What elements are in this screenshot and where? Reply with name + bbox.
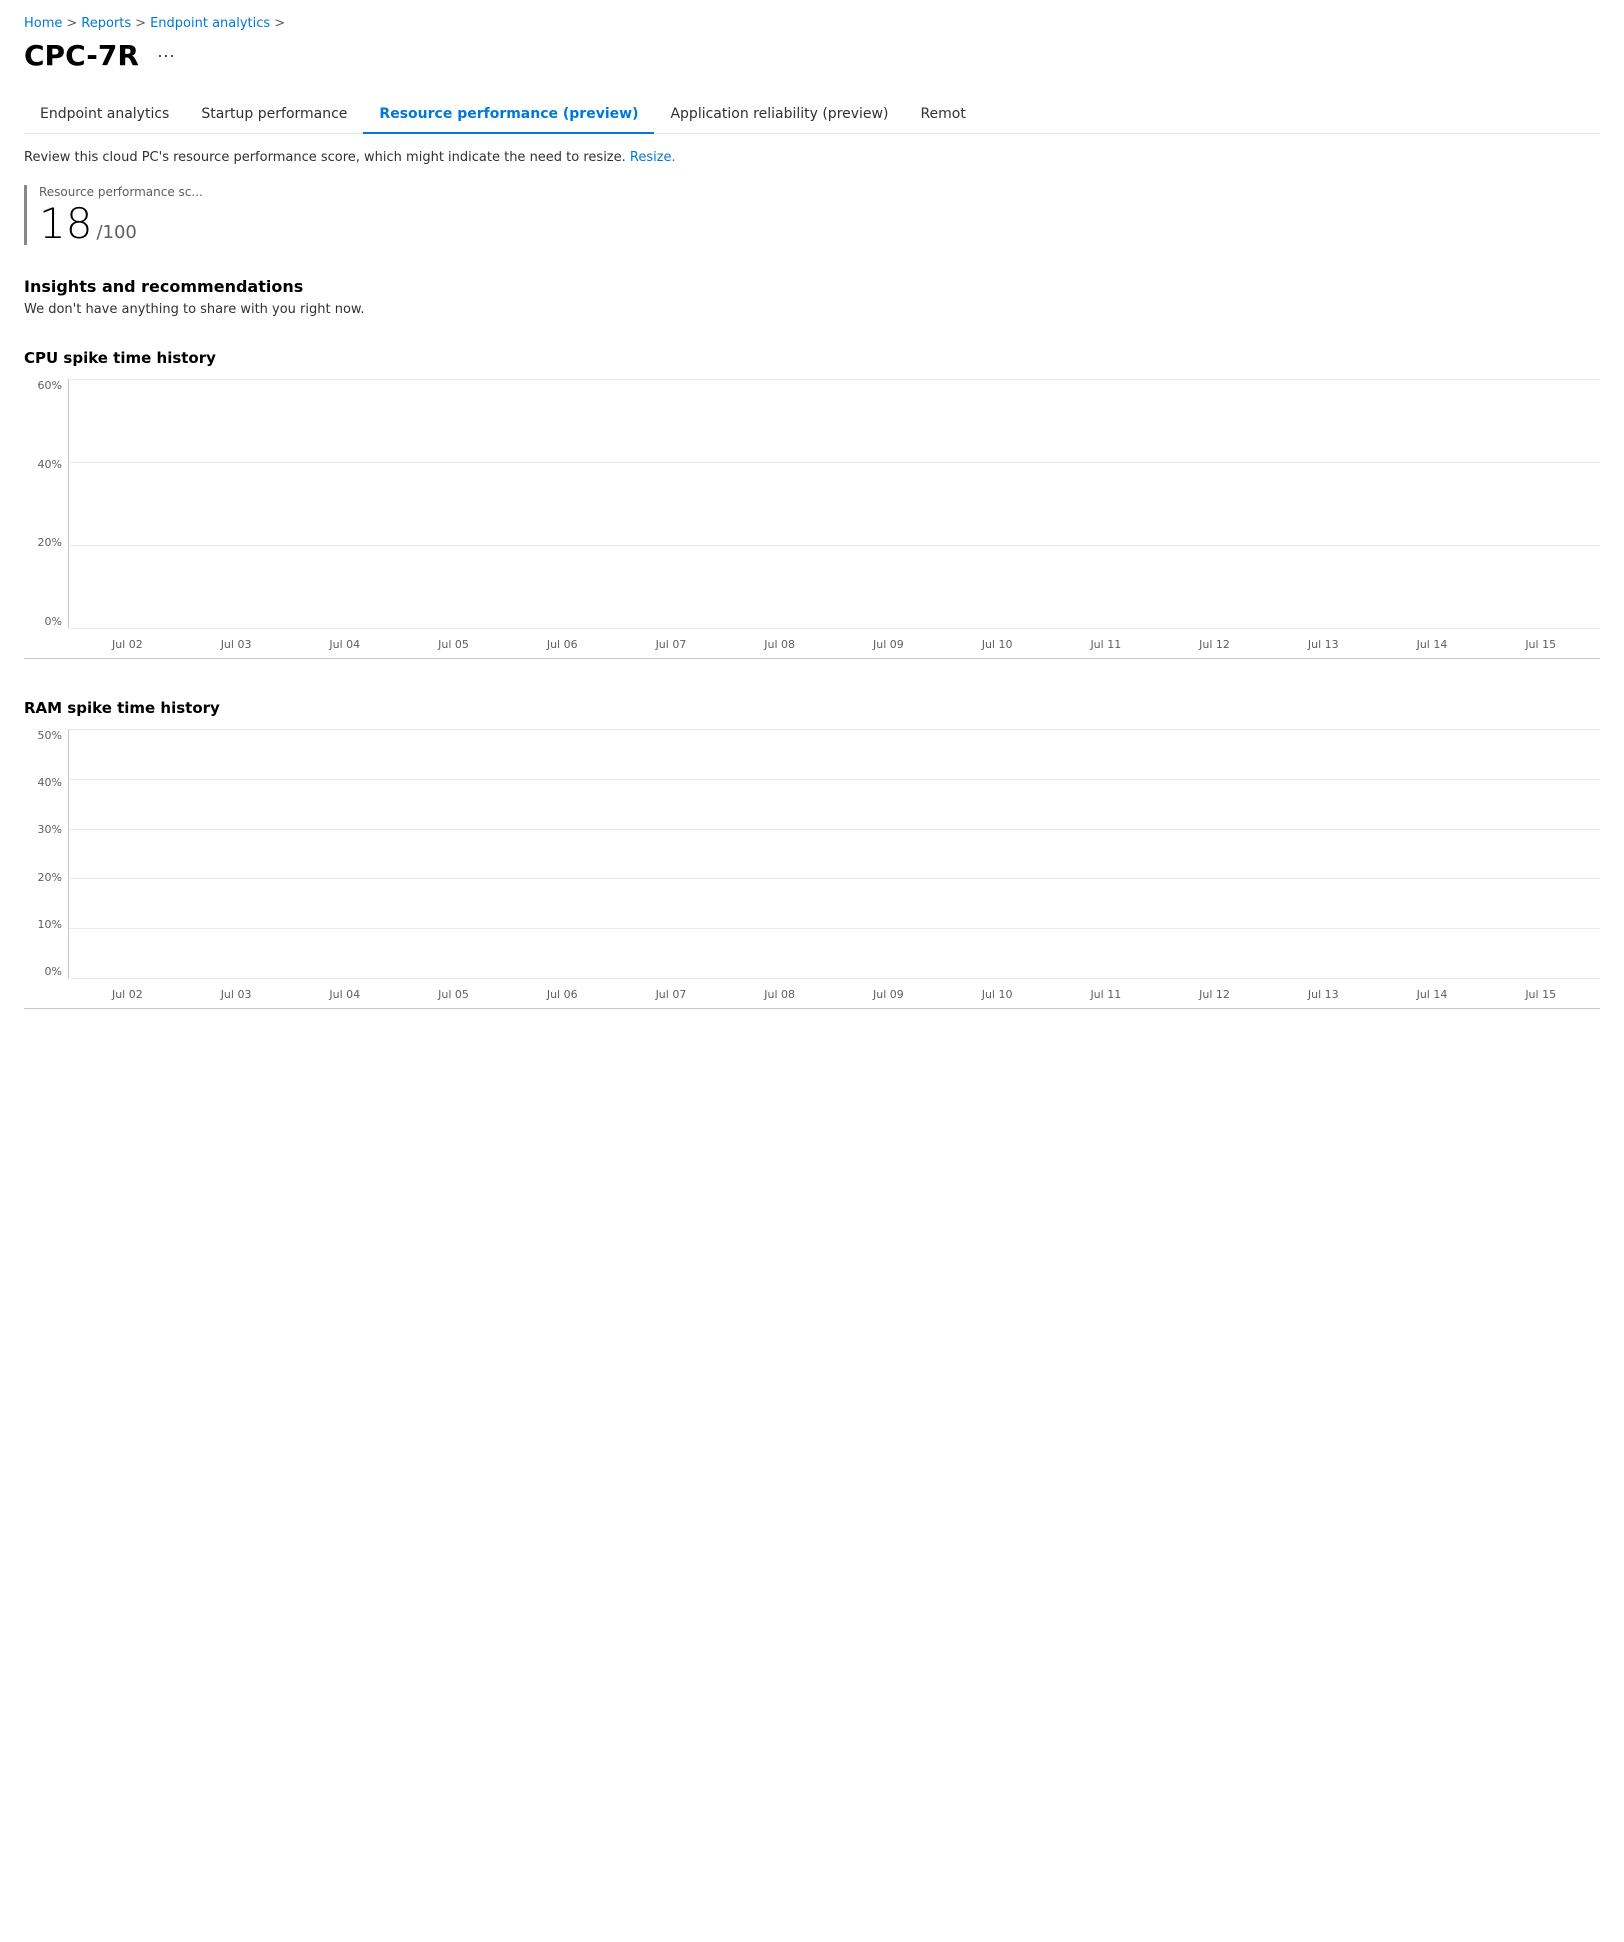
ram-chart-title: RAM spike time history — [24, 699, 1600, 717]
cpu-chart-title: CPU spike time history — [24, 349, 1600, 367]
x-label: Jul 14 — [1381, 988, 1484, 1001]
x-label: Jul 15 — [1489, 638, 1592, 651]
score-number: 18 — [39, 203, 92, 245]
y-label: 60% — [38, 379, 62, 392]
ram-chart-area: 50%40%30%20%10%0% Jul 02Jul 03Jul 04Jul … — [24, 729, 1600, 1008]
x-label: Jul 10 — [946, 988, 1049, 1001]
x-label: Jul 09 — [837, 988, 940, 1001]
x-label: Jul 09 — [837, 638, 940, 651]
x-label: Jul 05 — [402, 638, 505, 651]
tab-remote[interactable]: Remot — [904, 96, 981, 134]
x-label: Jul 11 — [1054, 988, 1157, 1001]
tab-startup-performance[interactable]: Startup performance — [185, 96, 363, 134]
ram-chart-section: RAM spike time history 50% 40% 30% 20% 10% 0%… — [24, 699, 1600, 1009]
x-label: Jul 04 — [293, 638, 396, 651]
y-label: 40% — [38, 776, 62, 789]
cpu-bars-area — [68, 379, 1600, 628]
x-label: Jul 14 — [1381, 638, 1484, 651]
grid-line — [68, 978, 1600, 979]
cpu-x-labels: Jul 02 Jul 03 Jul 04 Jul 05 Jul 06 Jul 07 Jul … — [68, 630, 1600, 658]
cpu-chart-container: 60%40%20%0% Jul 02Jul 03Jul 04Jul 05Jul … — [24, 379, 1600, 659]
x-label: Jul 07 — [620, 638, 723, 651]
x-label: Jul 05 — [402, 988, 505, 1001]
x-label: Jul 13 — [1272, 638, 1375, 651]
tab-app-reliability[interactable]: Application reliability (preview) — [654, 96, 904, 134]
score-label: Resource performance sc... — [39, 185, 1600, 199]
cpu-chart-area: 60%40%20%0% Jul 02Jul 03Jul 04Jul 05Jul … — [24, 379, 1600, 658]
page-title-row: CPC-7R ··· — [24, 39, 1600, 72]
x-label: Jul 06 — [511, 638, 614, 651]
x-label: Jul 11 — [1054, 638, 1157, 651]
tab-resource-performance[interactable]: Resource performance (preview) — [363, 96, 654, 134]
x-label: Jul 15 — [1489, 988, 1592, 1001]
y-label: 0% — [45, 965, 62, 978]
x-label: Jul 12 — [1163, 988, 1266, 1001]
y-label: 20% — [38, 871, 62, 884]
x-label: Jul 03 — [185, 988, 288, 1001]
y-label: 40% — [38, 458, 62, 471]
x-label: Jul 06 — [511, 988, 614, 1001]
breadcrumb-sep-2: > — [135, 16, 146, 31]
y-label: 20% — [38, 536, 62, 549]
tab-endpoint-analytics[interactable]: Endpoint analytics — [24, 96, 185, 134]
breadcrumb-reports[interactable]: Reports — [81, 16, 131, 31]
cpu-y-axis: 60% 40% 20% 0% — [24, 379, 68, 628]
ram-x-labels: Jul 02 Jul 03 Jul 04 Jul 05 Jul 06 Jul 07 Jul … — [68, 980, 1600, 1008]
breadcrumb-endpoint-analytics[interactable]: Endpoint analytics — [150, 16, 270, 31]
x-label: Jul 04 — [293, 988, 396, 1001]
score-denom: /100 — [96, 222, 136, 243]
x-label: Jul 03 — [185, 638, 288, 651]
score-value: 18 /100 — [39, 203, 1600, 245]
x-label: Jul 02 — [76, 988, 179, 1001]
ram-bars-area — [68, 729, 1600, 978]
breadcrumb: Home > Reports > Endpoint analytics > — [24, 16, 1600, 31]
ellipsis-menu-button[interactable]: ··· — [151, 41, 181, 70]
page-title: CPC-7R — [24, 39, 139, 72]
ram-y-axis: 50% 40% 30% 20% 10% 0% — [24, 729, 68, 978]
description-text: Review this cloud PC's resource performa… — [24, 150, 1600, 165]
x-label: Jul 02 — [76, 638, 179, 651]
x-label: Jul 10 — [946, 638, 1049, 651]
resize-link[interactable]: Resize. — [630, 150, 676, 165]
y-label: 10% — [38, 918, 62, 931]
x-label: Jul 07 — [620, 988, 723, 1001]
grid-line — [68, 628, 1600, 629]
insights-title: Insights and recommendations — [24, 277, 1600, 296]
y-label: 0% — [45, 615, 62, 628]
breadcrumb-sep-3: > — [274, 16, 285, 31]
score-section: Resource performance sc... 18 /100 — [24, 185, 1600, 245]
breadcrumb-sep-1: > — [66, 16, 77, 31]
x-label: Jul 13 — [1272, 988, 1375, 1001]
y-label: 30% — [38, 823, 62, 836]
insights-text: We don't have anything to share with you… — [24, 302, 1600, 317]
cpu-chart-section: CPU spike time history 60% 40% 20% 0% Jul 0… — [24, 349, 1600, 659]
x-label: Jul 08 — [728, 988, 831, 1001]
insights-section: Insights and recommendations We don't ha… — [24, 277, 1600, 317]
x-label: Jul 12 — [1163, 638, 1266, 651]
x-label: Jul 08 — [728, 638, 831, 651]
breadcrumb-home[interactable]: Home — [24, 16, 62, 31]
ram-chart-container: 50%40%30%20%10%0% Jul 02Jul 03Jul 04Jul … — [24, 729, 1600, 1009]
y-label: 50% — [38, 729, 62, 742]
tabs-container: Endpoint analytics Startup performance R… — [24, 96, 1600, 134]
